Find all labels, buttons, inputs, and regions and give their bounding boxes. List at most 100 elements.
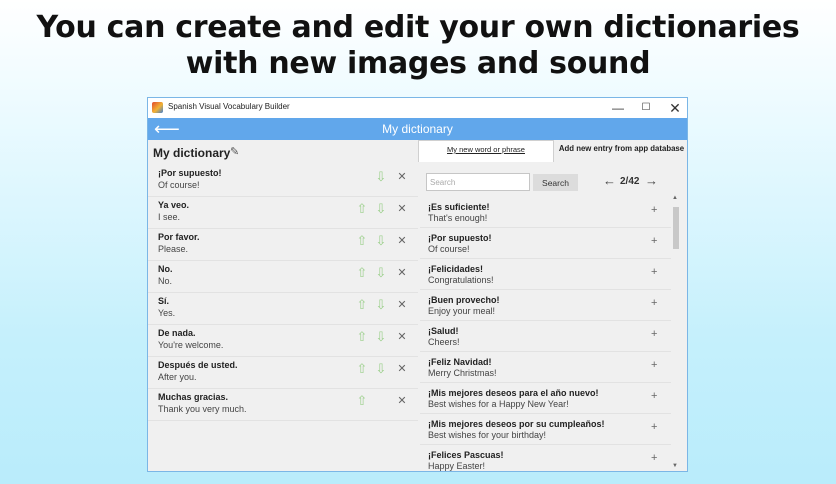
add-entry-pane: My new word or phrase Add new entry from… bbox=[418, 140, 687, 471]
move-up-icon[interactable]: ⇧ bbox=[355, 393, 369, 409]
scroll-up-icon[interactable]: ▲ bbox=[672, 195, 678, 201]
entry-english: You're welcome. bbox=[158, 340, 224, 350]
add-plus-icon[interactable]: + bbox=[651, 359, 657, 371]
next-page-icon[interactable]: → bbox=[645, 173, 658, 188]
move-down-icon[interactable]: ⇩ bbox=[374, 265, 388, 281]
dictionary-entry-row[interactable]: Después de usted. After you. ⇧ ⇩ ✕ bbox=[148, 357, 418, 389]
app-icon bbox=[152, 102, 163, 113]
add-plus-icon[interactable]: + bbox=[651, 297, 657, 309]
delete-icon[interactable]: ✕ bbox=[395, 329, 409, 345]
page-indicator: 2/42 bbox=[620, 176, 640, 187]
maximize-button[interactable]: ☐ bbox=[636, 100, 656, 116]
edit-pencil-icon[interactable]: ✎ bbox=[230, 145, 239, 158]
dictionary-entry-row[interactable]: ¡Por supuesto! Of course! ⇩ ✕ bbox=[148, 165, 418, 197]
dictionary-entry-row[interactable]: De nada. You're welcome. ⇧ ⇩ ✕ bbox=[148, 325, 418, 357]
dictionary-entry-row[interactable]: No. No. ⇧ ⇩ ✕ bbox=[148, 261, 418, 293]
delete-icon[interactable]: ✕ bbox=[395, 297, 409, 313]
dictionary-entry-row[interactable]: Muchas gracias. Thank you very much. ⇧ ✕ bbox=[148, 389, 418, 421]
entry-spanish: ¡Felices Pascuas! bbox=[428, 450, 504, 460]
add-plus-icon[interactable]: + bbox=[651, 328, 657, 340]
move-down-icon[interactable]: ⇩ bbox=[374, 169, 388, 185]
database-entry-row[interactable]: ¡Felicidades! Congratulations! + bbox=[420, 259, 671, 290]
database-entry-row[interactable]: ¡Por supuesto! Of course! + bbox=[420, 228, 671, 259]
add-plus-icon[interactable]: + bbox=[651, 204, 657, 216]
scrollbar[interactable]: ▲ ▼ bbox=[671, 195, 681, 471]
add-plus-icon[interactable]: + bbox=[651, 390, 657, 402]
delete-icon[interactable]: ✕ bbox=[395, 169, 409, 185]
delete-icon[interactable]: ✕ bbox=[395, 201, 409, 217]
entry-english: After you. bbox=[158, 372, 197, 382]
entry-english: Of course! bbox=[428, 244, 470, 254]
delete-icon[interactable]: ✕ bbox=[395, 393, 409, 409]
scroll-thumb[interactable] bbox=[673, 207, 679, 249]
database-entry-row[interactable]: ¡Mis mejores deseos por su cumpleaños! Be… bbox=[420, 414, 671, 445]
entry-spanish: ¡Feliz Navidad! bbox=[428, 357, 492, 367]
database-entry-row[interactable]: ¡Felices Pascuas! Happy Easter! + bbox=[420, 445, 671, 471]
entry-spanish: Muchas gracias. bbox=[158, 392, 229, 402]
database-entry-row[interactable]: ¡Feliz Navidad! Merry Christmas! + bbox=[420, 352, 671, 383]
dictionary-entry-row[interactable]: Ya veo. I see. ⇧ ⇩ ✕ bbox=[148, 197, 418, 229]
move-up-icon[interactable]: ⇧ bbox=[355, 233, 369, 249]
entry-english: Yes. bbox=[158, 308, 176, 318]
database-entry-row[interactable]: ¡Buen provecho! Enjoy your meal! + bbox=[420, 290, 671, 321]
scroll-down-icon[interactable]: ▼ bbox=[672, 463, 678, 469]
tab-add-from-database[interactable]: Add new entry from app database bbox=[554, 140, 687, 162]
entry-spanish: Después de usted. bbox=[158, 360, 238, 370]
entry-english: Enjoy your meal! bbox=[428, 306, 496, 316]
move-up-icon[interactable]: ⇧ bbox=[355, 265, 369, 281]
entry-spanish: ¡Buen provecho! bbox=[428, 295, 500, 305]
entry-spanish: ¡Salud! bbox=[428, 326, 459, 336]
entry-spanish: ¡Por supuesto! bbox=[158, 168, 222, 178]
dictionary-entry-list: ¡Por supuesto! Of course! ⇩ ✕ Ya veo. I see. ⇧… bbox=[148, 165, 418, 421]
search-input[interactable] bbox=[426, 173, 530, 191]
database-entry-list: ¡Es suficiente! That's enough! + ¡Por supue… bbox=[420, 197, 671, 471]
move-up-icon[interactable]: ⇧ bbox=[355, 297, 369, 313]
dictionary-entry-row[interactable]: Sí. Yes. ⇧ ⇩ ✕ bbox=[148, 293, 418, 325]
entry-english: Best wishes for your birthday! bbox=[428, 430, 547, 440]
entry-spanish: ¡Por supuesto! bbox=[428, 233, 492, 243]
minimize-button[interactable]: — bbox=[608, 100, 628, 116]
entry-spanish: ¡Mis mejores deseos por su cumpleaños! bbox=[428, 419, 605, 429]
search-button[interactable]: Search bbox=[533, 174, 578, 191]
entry-english: Thank you very much. bbox=[158, 404, 247, 414]
entry-english: Merry Christmas! bbox=[428, 368, 497, 378]
database-entry-row[interactable]: ¡Salud! Cheers! + bbox=[420, 321, 671, 352]
entry-spanish: ¡Es suficiente! bbox=[428, 202, 490, 212]
entry-spanish: Sí. bbox=[158, 296, 170, 306]
move-down-icon[interactable]: ⇩ bbox=[374, 361, 388, 377]
move-up-icon[interactable]: ⇧ bbox=[355, 329, 369, 345]
entry-english: Best wishes for a Happy New Year! bbox=[428, 399, 569, 409]
delete-icon[interactable]: ✕ bbox=[395, 265, 409, 281]
move-down-icon[interactable]: ⇩ bbox=[374, 297, 388, 313]
delete-icon[interactable]: ✕ bbox=[395, 233, 409, 249]
previous-page-icon[interactable]: ← bbox=[603, 173, 616, 188]
add-plus-icon[interactable]: + bbox=[651, 452, 657, 464]
window-title: Spanish Visual Vocabulary Builder bbox=[168, 102, 290, 111]
move-down-icon[interactable]: ⇩ bbox=[374, 233, 388, 249]
entry-spanish: De nada. bbox=[158, 328, 196, 338]
add-plus-icon[interactable]: + bbox=[651, 266, 657, 278]
move-up-icon[interactable]: ⇧ bbox=[355, 361, 369, 377]
app-window: Spanish Visual Vocabulary Builder — ☐ ✕ … bbox=[147, 97, 688, 472]
database-entry-row[interactable]: ¡Es suficiente! That's enough! + bbox=[420, 197, 671, 228]
move-up-icon[interactable]: ⇧ bbox=[355, 201, 369, 217]
database-entry-row[interactable]: ¡Mis mejores deseos para el año nuevo! Be… bbox=[420, 383, 671, 414]
delete-icon[interactable]: ✕ bbox=[395, 361, 409, 377]
entry-spanish: ¡Felicidades! bbox=[428, 264, 484, 274]
tab-my-new-word[interactable]: My new word or phrase bbox=[418, 140, 554, 162]
headline-line-1: You can create and edit your own diction… bbox=[36, 10, 800, 45]
entry-english: Please. bbox=[158, 244, 189, 254]
dictionary-entry-row[interactable]: Por favor. Please. ⇧ ⇩ ✕ bbox=[148, 229, 418, 261]
entry-english: Cheers! bbox=[428, 337, 460, 347]
headline-line-2: with new images and sound bbox=[185, 46, 651, 81]
add-plus-icon[interactable]: + bbox=[651, 421, 657, 433]
page-title: My dictionary bbox=[382, 122, 453, 136]
close-window-button[interactable]: ✕ bbox=[665, 100, 685, 116]
entry-spanish: ¡Mis mejores deseos para el año nuevo! bbox=[428, 388, 599, 398]
dictionary-title: My dictionary bbox=[153, 146, 231, 160]
add-plus-icon[interactable]: + bbox=[651, 235, 657, 247]
move-down-icon[interactable]: ⇩ bbox=[374, 329, 388, 345]
move-down-icon[interactable]: ⇩ bbox=[374, 201, 388, 217]
my-dictionary-pane: My dictionary ✎ ¡Por supuesto! Of course!… bbox=[148, 140, 418, 471]
entry-english: I see. bbox=[158, 212, 181, 222]
